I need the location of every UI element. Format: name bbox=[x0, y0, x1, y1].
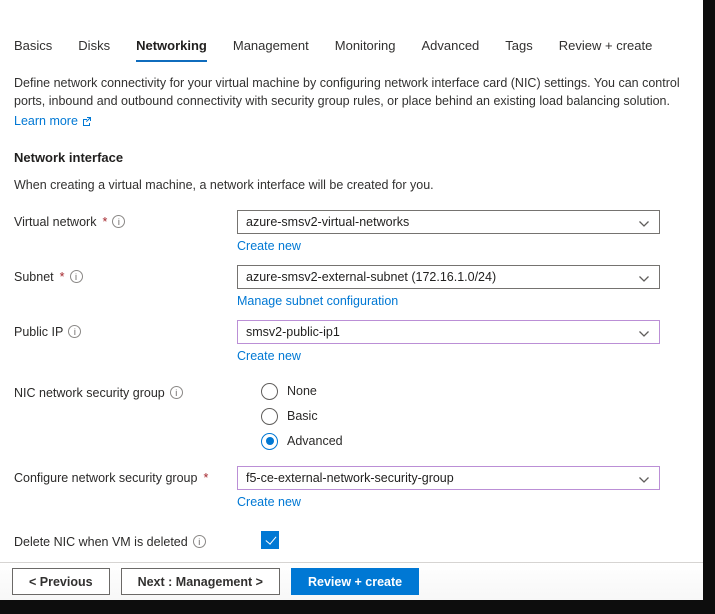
virtual-network-create-new-link[interactable]: Create new bbox=[237, 239, 301, 253]
chevron-down-icon bbox=[638, 474, 650, 488]
info-icon[interactable]: i bbox=[112, 215, 125, 228]
previous-button[interactable]: < Previous bbox=[12, 568, 110, 595]
delete-nic-label: Delete NIC when VM is deleted i bbox=[14, 530, 237, 549]
nic-nsg-radio-group: None Basic Advanced bbox=[237, 381, 660, 450]
review-create-button[interactable]: Review + create bbox=[291, 568, 419, 595]
learn-more-link[interactable]: Learn more bbox=[14, 114, 92, 128]
tab-review-create[interactable]: Review + create bbox=[559, 38, 653, 62]
delete-nic-row: Delete NIC when VM is deleted i bbox=[14, 530, 703, 549]
virtual-network-label: Virtual network * i bbox=[14, 210, 237, 229]
info-icon[interactable]: i bbox=[68, 325, 81, 338]
virtual-network-value: azure-smsv2-virtual-networks bbox=[246, 215, 409, 229]
chevron-down-icon bbox=[638, 273, 650, 287]
manage-subnet-configuration-link[interactable]: Manage subnet configuration bbox=[237, 294, 398, 308]
subnet-label: Subnet * i bbox=[14, 265, 237, 284]
radio-label: Advanced bbox=[287, 434, 343, 448]
next-management-button[interactable]: Next : Management > bbox=[121, 568, 280, 595]
radio-label: Basic bbox=[287, 409, 318, 423]
delete-nic-checkbox[interactable] bbox=[261, 531, 279, 549]
networking-tab-panel: Basics Disks Networking Management Monit… bbox=[0, 0, 703, 600]
tab-management[interactable]: Management bbox=[233, 38, 309, 62]
section-title-network-interface: Network interface bbox=[14, 150, 703, 165]
configure-nsg-select[interactable]: f5-ce-external-network-security-group bbox=[237, 466, 660, 490]
radio-button[interactable] bbox=[261, 408, 278, 425]
learn-more-label: Learn more bbox=[14, 114, 78, 128]
required-marker: * bbox=[60, 270, 65, 284]
nic-nsg-option-basic[interactable]: Basic bbox=[261, 408, 660, 425]
nic-nsg-label-text: NIC network security group bbox=[14, 386, 165, 400]
virtual-network-select[interactable]: azure-smsv2-virtual-networks bbox=[237, 210, 660, 234]
nic-nsg-option-advanced[interactable]: Advanced bbox=[261, 433, 660, 450]
configure-nsg-label: Configure network security group * bbox=[14, 466, 237, 485]
subnet-label-text: Subnet bbox=[14, 270, 54, 284]
configure-nsg-create-new-link[interactable]: Create new bbox=[237, 495, 301, 509]
required-marker: * bbox=[203, 471, 208, 485]
configure-nsg-value: f5-ce-external-network-security-group bbox=[246, 471, 454, 485]
public-ip-select[interactable]: smsv2-public-ip1 bbox=[237, 320, 660, 344]
info-icon[interactable]: i bbox=[170, 386, 183, 399]
subnet-select[interactable]: azure-smsv2-external-subnet (172.16.1.0/… bbox=[237, 265, 660, 289]
subnet-row: Subnet * i azure-smsv2-external-subnet (… bbox=[14, 265, 703, 310]
public-ip-create-new-link[interactable]: Create new bbox=[237, 349, 301, 363]
tab-basics[interactable]: Basics bbox=[14, 38, 52, 62]
subnet-value: azure-smsv2-external-subnet (172.16.1.0/… bbox=[246, 270, 496, 284]
tab-monitoring[interactable]: Monitoring bbox=[335, 38, 396, 62]
radio-button-selected[interactable] bbox=[261, 433, 278, 450]
networking-description: Define network connectivity for your vir… bbox=[14, 75, 689, 111]
required-marker: * bbox=[102, 215, 107, 229]
configure-nsg-row: Configure network security group * f5-ce… bbox=[14, 466, 703, 511]
radio-button[interactable] bbox=[261, 383, 278, 400]
info-icon[interactable]: i bbox=[70, 270, 83, 283]
public-ip-label: Public IP i bbox=[14, 320, 237, 339]
configure-nsg-label-text: Configure network security group bbox=[14, 471, 197, 485]
wizard-tabs: Basics Disks Networking Management Monit… bbox=[14, 38, 703, 62]
radio-label: None bbox=[287, 384, 317, 398]
nic-nsg-option-none[interactable]: None bbox=[261, 383, 660, 400]
tab-disks[interactable]: Disks bbox=[78, 38, 110, 62]
chevron-down-icon bbox=[638, 328, 650, 342]
wizard-footer: < Previous Next : Management > Review + … bbox=[0, 562, 703, 600]
tab-networking[interactable]: Networking bbox=[136, 38, 207, 62]
networking-form: Virtual network * i azure-smsv2-virtual-… bbox=[0, 210, 703, 601]
external-link-icon bbox=[82, 116, 92, 126]
section-subtitle: When creating a virtual machine, a netwo… bbox=[14, 178, 703, 192]
virtual-network-row: Virtual network * i azure-smsv2-virtual-… bbox=[14, 210, 703, 255]
public-ip-label-text: Public IP bbox=[14, 325, 63, 339]
virtual-network-label-text: Virtual network bbox=[14, 215, 96, 229]
chevron-down-icon bbox=[638, 218, 650, 232]
delete-nic-label-text: Delete NIC when VM is deleted bbox=[14, 535, 188, 549]
public-ip-value: smsv2-public-ip1 bbox=[246, 325, 340, 339]
tab-advanced[interactable]: Advanced bbox=[421, 38, 479, 62]
tab-tags[interactable]: Tags bbox=[505, 38, 532, 62]
nic-nsg-label: NIC network security group i bbox=[14, 381, 237, 400]
nic-nsg-row: NIC network security group i None Basic … bbox=[14, 381, 703, 450]
info-icon[interactable]: i bbox=[193, 535, 206, 548]
public-ip-row: Public IP i smsv2-public-ip1 Create new bbox=[14, 320, 703, 365]
screenshot-frame: Basics Disks Networking Management Monit… bbox=[0, 0, 715, 614]
